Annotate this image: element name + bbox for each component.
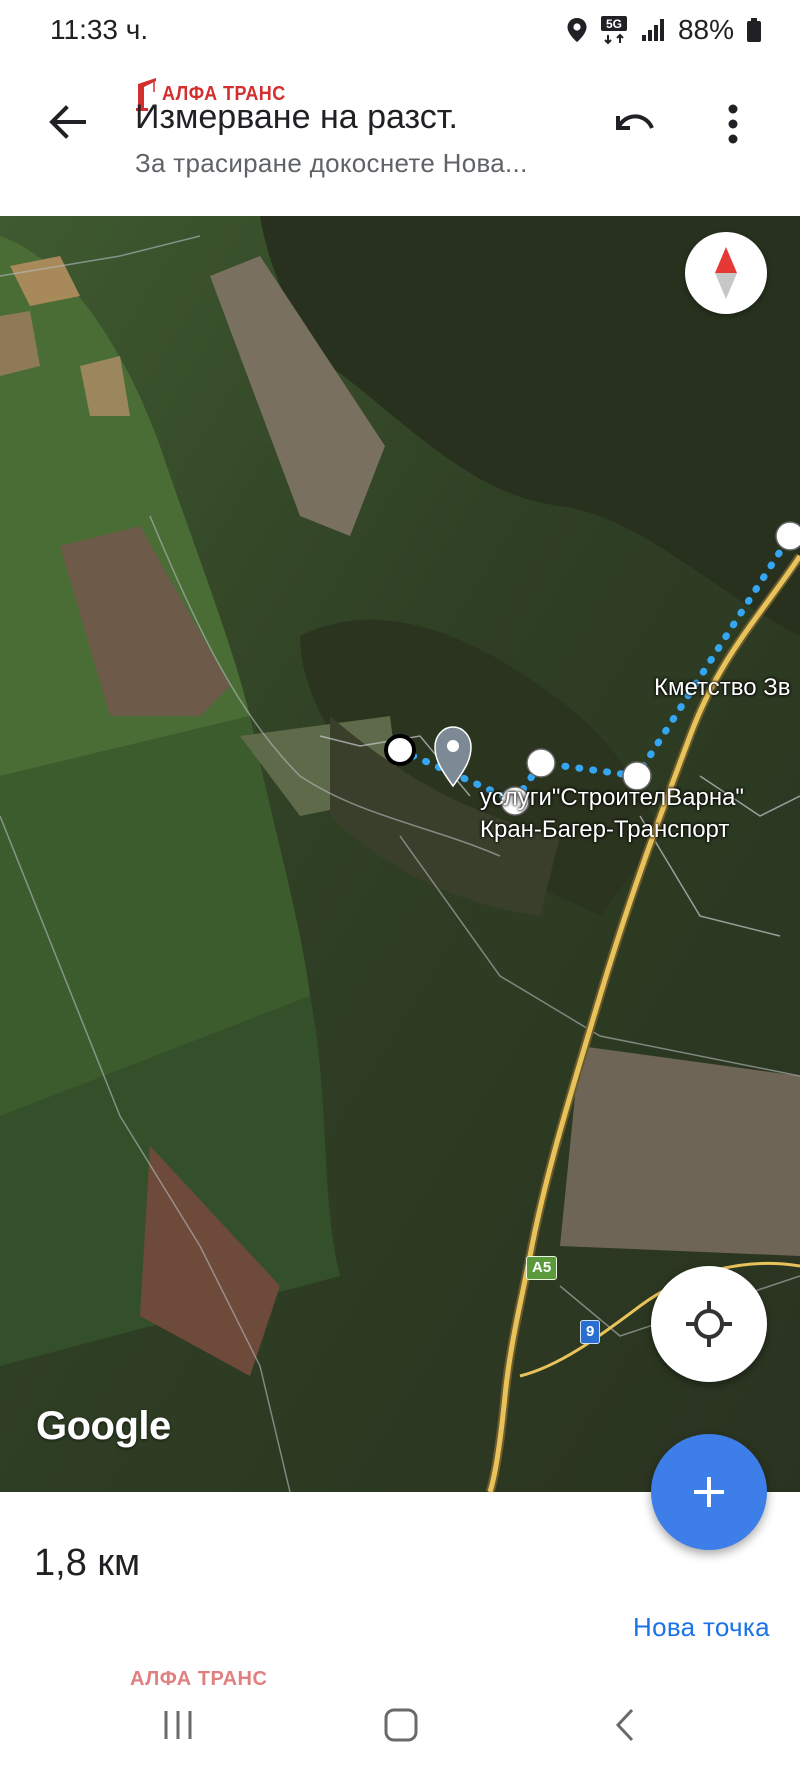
page-title: Измерване на разст. (135, 98, 458, 136)
system-back-button[interactable] (586, 1690, 666, 1760)
back-button[interactable] (36, 90, 100, 154)
google-attribution: Google (36, 1404, 171, 1448)
location-icon (566, 17, 588, 43)
route-start-point[interactable] (384, 734, 416, 766)
svg-text:5G: 5G (606, 17, 622, 31)
route-point[interactable] (775, 521, 800, 551)
place-subtitle-label[interactable]: Кран-Багер-Транспорт (480, 814, 729, 846)
battery-percent: 88% (677, 14, 734, 45)
battery-icon (746, 17, 762, 43)
map-view[interactable]: услуги"СтроителВарна" Кран-Багер-Транспо… (0, 216, 800, 1492)
recent-apps-icon (164, 1711, 192, 1739)
undo-icon (616, 114, 654, 130)
page-subtitle: За трасиране докоснете Нова... (135, 148, 528, 178)
place-name-label[interactable]: услуги"СтроителВарна" (480, 782, 744, 814)
distance-value: 1,8 км (34, 1542, 141, 1584)
road-shield-a5: A5 (526, 1256, 558, 1280)
compass-icon (715, 247, 737, 299)
status-time: 11:33 ч. (50, 14, 149, 45)
back-icon (615, 1708, 634, 1742)
footer-watermark: АЛФА ТРАНС (130, 1668, 268, 1690)
my-location-button[interactable] (651, 1266, 767, 1382)
more-vert-icon (728, 104, 738, 144)
back-arrow-icon (49, 105, 86, 139)
route-point[interactable] (526, 748, 556, 778)
undo-button[interactable] (604, 94, 664, 154)
home-button[interactable] (361, 1690, 441, 1760)
road-shield-9: 9 (580, 1320, 601, 1344)
network-5g-icon: 5G (600, 15, 628, 45)
signal-icon (640, 17, 666, 43)
status-icons: 5G 88% (566, 14, 762, 46)
navigation-bar (0, 1690, 800, 1760)
plus-icon (694, 1477, 724, 1507)
village-label[interactable]: Кметство Зв (654, 672, 791, 704)
recent-apps-button[interactable] (138, 1690, 218, 1760)
my-location-icon (686, 1301, 732, 1347)
compass-button[interactable] (685, 232, 767, 314)
new-point-button[interactable]: Нова точка (633, 1612, 770, 1643)
add-point-button[interactable] (651, 1434, 767, 1550)
home-icon (384, 1708, 418, 1742)
more-options-button[interactable] (708, 94, 758, 154)
status-bar: 11:33 ч. 5G 88% (0, 0, 800, 60)
app-bar: АЛФА ТРАНС Измерване на разст. За трасир… (0, 60, 800, 216)
